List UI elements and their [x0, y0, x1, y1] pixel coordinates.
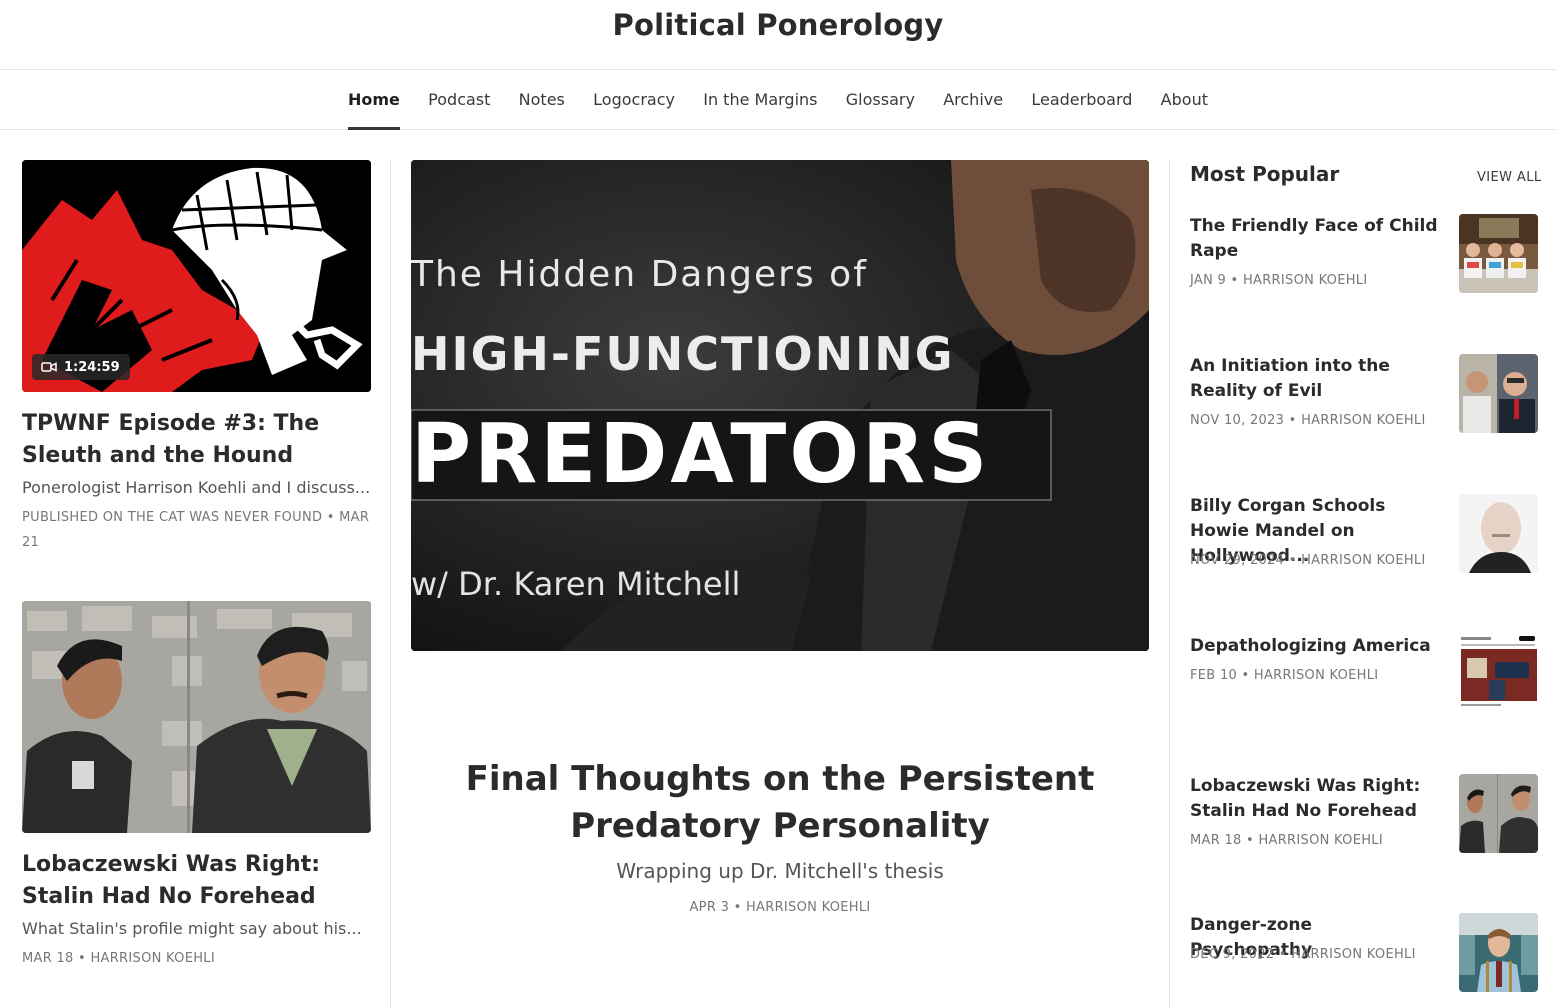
popular-item-thumbnail[interactable]	[1459, 214, 1538, 293]
social-post-screenshot-image	[1459, 634, 1538, 713]
portrait-photo-image	[1459, 494, 1538, 573]
popular-item[interactable]: Billy Corgan Schools Howie Mandel on Hol…	[1190, 494, 1538, 574]
popular-item-meta: NOV 10, 2023 • HARRISON KOEHLI	[1190, 413, 1426, 428]
nav-item-about[interactable]: About	[1154, 70, 1215, 129]
nav-item-podcast[interactable]: Podcast	[421, 70, 497, 129]
popular-item-title[interactable]: An Initiation into the Reality of Evil	[1190, 354, 1440, 404]
stalin-mugshot-photo	[22, 601, 371, 833]
post-card[interactable]: 1:24:59 TPWNF Episode #3: The Sleuth and…	[22, 160, 371, 555]
video-camera-icon	[41, 362, 57, 372]
hero-image-line1: The Hidden Dangers of	[411, 254, 868, 295]
popular-item-meta: NOV 29, 2024 • HARRISON KOEHLI	[1190, 553, 1426, 568]
post-subtitle: Ponerologist Harrison Koehli and I discu…	[22, 478, 371, 497]
popular-item-thumbnail[interactable]	[1459, 354, 1538, 433]
nav-item-leaderboard[interactable]: Leaderboard	[1024, 70, 1139, 129]
featured-post-subtitle: Wrapping up Dr. Mitchell's thesis	[616, 859, 944, 883]
site-title[interactable]: Political Ponerology	[0, 8, 1556, 42]
popular-item[interactable]: Lobaczewski Was Right: Stalin Had No For…	[1190, 774, 1538, 854]
popular-item[interactable]: Depathologizing America FEB 10 • HARRISO…	[1190, 634, 1538, 714]
hero-image-line2: HIGH-FUNCTIONING	[411, 327, 954, 381]
office-movie-still-image	[1459, 913, 1538, 992]
popular-item-thumbnail[interactable]	[1459, 494, 1538, 573]
featured-post-title[interactable]: Final Thoughts on the Persistent Predato…	[411, 756, 1149, 850]
nav-item-home[interactable]: Home	[341, 70, 407, 130]
nav-item-archive[interactable]: Archive	[936, 70, 1010, 129]
popular-item-thumbnail[interactable]	[1459, 634, 1538, 713]
duration-text: 1:24:59	[64, 359, 120, 375]
featured-post-image[interactable]: The Hidden Dangers of HIGH-FUNCTIONING P…	[411, 160, 1149, 651]
portrait-photo-image	[1459, 354, 1538, 433]
popular-item-thumbnail[interactable]	[1459, 913, 1538, 992]
popular-item[interactable]: An Initiation into the Reality of Evil N…	[1190, 354, 1538, 434]
nav-item-glossary[interactable]: Glossary	[839, 70, 922, 129]
nav-item-notes[interactable]: Notes	[512, 70, 572, 129]
group-photo-image	[1459, 214, 1538, 293]
popular-item-meta: JAN 9 • HARRISON KOEHLI	[1190, 273, 1368, 288]
post-card[interactable]: Lobaczewski Was Right: Stalin Had No For…	[22, 601, 371, 971]
popular-item-title[interactable]: The Friendly Face of Child Rape	[1190, 214, 1440, 264]
post-thumbnail[interactable]	[22, 601, 371, 833]
hero-image-line4: w/ Dr. Karen Mitchell	[411, 565, 740, 603]
nav-bar: Home Podcast Notes Logocracy In the Marg…	[0, 70, 1556, 130]
popular-item-thumbnail[interactable]	[1459, 774, 1538, 853]
post-subtitle: What Stalin's profile might say about hi…	[22, 919, 362, 938]
post-title[interactable]: TPWNF Episode #3: The Sleuth and the Hou…	[22, 408, 371, 472]
nav-item-logocracy[interactable]: Logocracy	[586, 70, 682, 129]
duration-badge: 1:24:59	[32, 354, 130, 380]
site-header: Political Ponerology	[0, 0, 1556, 70]
popular-item-meta: FEB 10 • HARRISON KOEHLI	[1190, 668, 1379, 683]
predators-cover-image: The Hidden Dangers of HIGH-FUNCTIONING P…	[411, 160, 1149, 651]
most-popular-heading: Most Popular	[1190, 162, 1340, 186]
popular-item-title[interactable]: Depathologizing America	[1190, 634, 1440, 659]
view-all-link[interactable]: VIEW ALL	[1477, 170, 1542, 185]
post-meta: PUBLISHED ON THE CAT WAS NEVER FOUND • M…	[22, 510, 370, 550]
post-meta: MAR 18 • HARRISON KOEHLI	[22, 951, 215, 966]
popular-item-meta: MAR 18 • HARRISON KOEHLI	[1190, 833, 1383, 848]
column-divider-right	[1169, 160, 1170, 1008]
popular-item-title[interactable]: Lobaczewski Was Right: Stalin Had No For…	[1190, 774, 1440, 824]
popular-item[interactable]: Danger-zone Psychopathy DEC 9, 2022 • HA…	[1190, 913, 1538, 993]
featured-post-meta: APR 3 • HARRISON KOEHLI	[689, 900, 871, 915]
post-title[interactable]: Lobaczewski Was Right: Stalin Had No For…	[22, 849, 371, 913]
hero-image-line3: PREDATORS	[411, 407, 990, 502]
post-thumbnail[interactable]: 1:24:59	[22, 160, 371, 392]
popular-item[interactable]: The Friendly Face of Child Rape JAN 9 • …	[1190, 214, 1538, 294]
stalin-mugshot-photo	[1459, 774, 1538, 853]
nav-items: Home Podcast Notes Logocracy In the Marg…	[341, 70, 1215, 130]
column-divider-left	[390, 160, 391, 1008]
nav-item-in-the-margins[interactable]: In the Margins	[696, 70, 824, 129]
popular-item-meta: DEC 9, 2022 • HARRISON KOEHLI	[1190, 947, 1416, 962]
